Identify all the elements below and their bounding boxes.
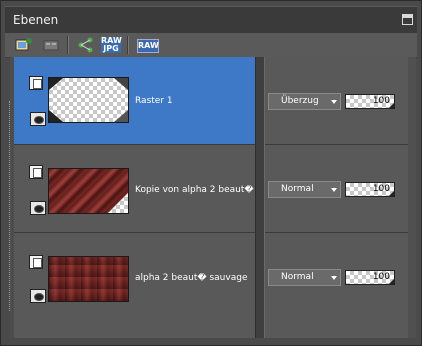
chevron-down-icon: [331, 100, 337, 104]
layer-props-row-3: Normal 100: [265, 233, 416, 321]
group-connector: [9, 101, 11, 311]
new-layer-icon[interactable]: [15, 37, 33, 53]
layer-type-icon: [29, 255, 43, 269]
layers-list: Raster 1 Überzug 100 Kopie von alpha 2 b…: [9, 57, 416, 338]
visibility-eye-icon[interactable]: [30, 112, 46, 126]
chevron-down-icon: [331, 188, 337, 192]
blend-mode-value: Normal: [281, 184, 314, 194]
maximize-button[interactable]: [402, 14, 413, 25]
opacity-value: 100: [372, 272, 390, 282]
layer-properties-icon[interactable]: [43, 37, 61, 53]
layer-props-row-2: Normal 100: [265, 145, 416, 233]
layer-type-icon: [29, 76, 43, 90]
opacity-field[interactable]: 100: [345, 94, 395, 109]
layer-name[interactable]: Kopie von alpha 2 beaut� sauvage: [135, 185, 255, 195]
layer-thumbnail: [48, 168, 129, 214]
raw-label: RAW: [138, 41, 159, 50]
opacity-field[interactable]: 100: [345, 182, 395, 197]
raw-jpg-icon[interactable]: RAW JPG: [101, 37, 122, 53]
panel-title: Ebenen: [13, 13, 59, 27]
toolbar-separator: [67, 36, 69, 54]
blend-mode-value: Normal: [281, 272, 314, 282]
raw-jpg-bottom: JPG: [101, 45, 121, 53]
raw-icon[interactable]: RAW: [137, 39, 159, 53]
layer-type-icon: [29, 165, 43, 179]
layers-panel: Ebenen RAW JPG RAW Raster 1 Überzug 100 …: [0, 0, 422, 346]
layer-row-raster-1[interactable]: Raster 1: [14, 57, 255, 145]
visibility-eye-icon[interactable]: [30, 201, 46, 215]
chevron-down-icon: [331, 276, 337, 280]
layer-thumbnail: [48, 77, 129, 123]
layers-toolbar: RAW JPG RAW: [5, 33, 417, 58]
panel-titlebar[interactable]: Ebenen: [5, 6, 417, 33]
visibility-eye-icon[interactable]: [30, 289, 46, 303]
opacity-field[interactable]: 100: [345, 270, 395, 285]
column-splitter[interactable]: [255, 57, 265, 338]
opacity-value: 100: [372, 184, 390, 194]
blend-mode-value: Überzug: [281, 96, 319, 106]
resize-grip-icon: [389, 191, 394, 196]
layer-name[interactable]: Raster 1: [135, 96, 255, 106]
scrollbar[interactable]: [408, 57, 416, 338]
blend-mode-dropdown[interactable]: Normal: [268, 181, 341, 198]
resize-grip-icon: [389, 279, 394, 284]
layer-thumbnail: [48, 256, 129, 302]
toolbar-separator: [127, 36, 129, 54]
blend-mode-dropdown[interactable]: Überzug: [268, 93, 341, 110]
transparent-corner: [108, 193, 128, 213]
resize-grip-icon: [389, 103, 394, 108]
opacity-value: 100: [372, 96, 390, 106]
blend-mode-dropdown[interactable]: Normal: [268, 269, 341, 286]
layer-row-kopie[interactable]: Kopie von alpha 2 beaut� sauvage: [14, 145, 255, 233]
layer-name[interactable]: alpha 2 beaut� sauvage: [135, 273, 255, 283]
layer-props-row-1: Überzug 100: [265, 57, 416, 145]
share-icon[interactable]: [77, 37, 95, 53]
layer-row-alpha[interactable]: alpha 2 beaut� sauvage: [14, 233, 255, 321]
